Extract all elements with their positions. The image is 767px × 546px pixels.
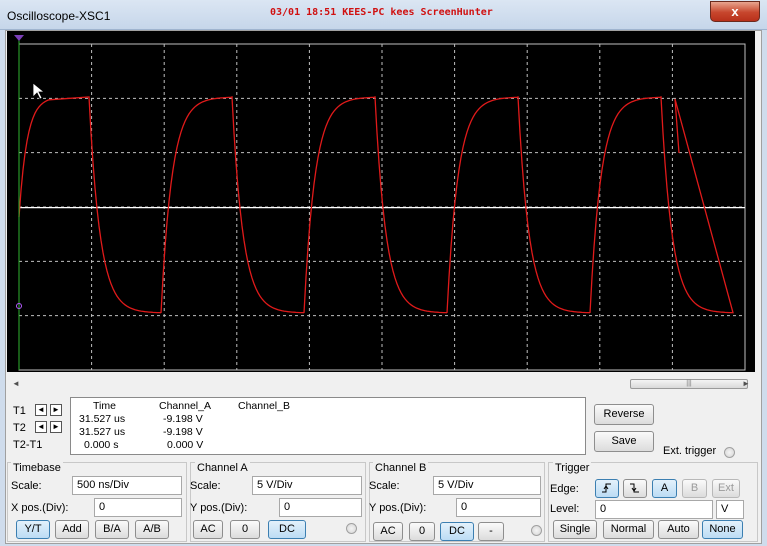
title-bar: Oscilloscope-XSC1 03/01 18:51 KEES-PC ke… xyxy=(0,0,767,30)
cursor-handle-icon[interactable] xyxy=(14,35,24,41)
edge-label: Edge: xyxy=(550,483,579,495)
trigger-source-a-button[interactable]: A xyxy=(652,479,677,498)
channel-a-zero-button[interactable]: 0 xyxy=(230,520,260,539)
window-title: Oscilloscope-XSC1 xyxy=(7,9,111,23)
channel-a-dc-button[interactable]: DC xyxy=(268,520,306,539)
t2-right-arrow-icon[interactable]: ► xyxy=(50,421,62,433)
time-header: Time xyxy=(93,400,116,412)
t1-left-arrow-icon[interactable]: ◄ xyxy=(35,404,47,416)
mode-yt-button[interactable]: Y/T xyxy=(16,520,50,539)
mode-add-button[interactable]: Add xyxy=(55,520,89,539)
trigger-normal-button[interactable]: Normal xyxy=(603,520,654,539)
falling-edge-icon xyxy=(630,483,639,493)
xpos-label: X pos.(Div): xyxy=(11,502,69,514)
scope-graph xyxy=(14,35,746,371)
horizontal-scrollbar[interactable]: ◄ ||| ► xyxy=(10,378,752,390)
level-unit[interactable]: V xyxy=(716,500,744,519)
channel-a-scale-field[interactable]: 5 V/Div xyxy=(252,476,362,495)
mode-ba-button[interactable]: B/A xyxy=(95,520,129,539)
channel-b-ac-button[interactable]: AC xyxy=(373,522,403,541)
close-button[interactable]: x xyxy=(710,1,760,22)
t1-label: T1 xyxy=(13,405,26,417)
trigger-single-button[interactable]: Single xyxy=(553,520,597,539)
t2-left-arrow-icon[interactable]: ◄ xyxy=(35,421,47,433)
trigger-source-ext-button[interactable]: Ext xyxy=(712,479,740,498)
channel-a-ypos-label: Y pos.(Div): xyxy=(190,502,248,514)
t1-time: 31.527 us xyxy=(79,413,126,425)
mode-ab-button[interactable]: A/B xyxy=(135,520,169,539)
mouse-pointer-icon xyxy=(32,82,46,100)
ext-trigger-label: Ext. trigger xyxy=(663,445,717,457)
scroll-right-icon[interactable]: ► xyxy=(740,378,752,390)
channel-a-scale-label: Scale: xyxy=(190,480,221,492)
t2-channel-a: -9.198 V xyxy=(163,426,203,438)
channel-b-invert-button[interactable]: - xyxy=(478,522,504,541)
trigger-none-button[interactable]: None xyxy=(702,520,743,539)
rising-edge-icon xyxy=(602,483,611,493)
channel-b-radio[interactable] xyxy=(531,525,542,536)
scroll-left-icon[interactable]: ◄ xyxy=(10,378,22,390)
channel-b-zero-button[interactable]: 0 xyxy=(409,522,435,541)
channel-a-trace xyxy=(18,96,734,314)
channel-b-title: Channel B xyxy=(373,462,429,474)
channel-b-scale-field[interactable]: 5 V/Div xyxy=(433,476,541,495)
timebase-scale-label: Scale: xyxy=(11,480,42,492)
scrollbar-thumb[interactable]: ||| xyxy=(630,379,748,389)
channel-a-ac-button[interactable]: AC xyxy=(193,520,223,539)
channel-b-ypos-field[interactable]: 0 xyxy=(456,498,541,517)
t2-label: T2 xyxy=(13,422,26,434)
timebase-scale-field[interactable]: 500 ns/Div xyxy=(72,476,182,495)
save-button[interactable]: Save xyxy=(594,431,654,452)
edge-rising-button[interactable] xyxy=(595,479,619,498)
level-field[interactable]: 0 xyxy=(595,500,713,519)
channel-a-ypos-field[interactable]: 0 xyxy=(279,498,362,517)
screenhunter-watermark: 03/01 18:51 KEES-PC kees ScreenHunter xyxy=(270,7,493,18)
trigger-auto-button[interactable]: Auto xyxy=(658,520,699,539)
channel-a-title: Channel A xyxy=(195,462,250,474)
edge-falling-button[interactable] xyxy=(623,479,647,498)
t2-t1-channel-a: 0.000 V xyxy=(167,439,204,451)
channel-a-radio[interactable] xyxy=(346,523,357,534)
measurement-readout: Time Channel_A Channel_B 31.527 us -9.19… xyxy=(70,397,586,455)
channel-b-dc-button[interactable]: DC xyxy=(440,522,474,541)
trigger-source-b-button[interactable]: B xyxy=(682,479,707,498)
t1-right-arrow-icon[interactable]: ► xyxy=(50,404,62,416)
reverse-button[interactable]: Reverse xyxy=(594,404,654,425)
xpos-field[interactable]: 0 xyxy=(94,498,182,517)
channel-b-scale-label: Scale: xyxy=(369,480,400,492)
level-label: Level: xyxy=(550,503,580,515)
channel-b-ypos-label: Y pos.(Div): xyxy=(369,502,427,514)
close-icon: x xyxy=(731,4,739,19)
t1-channel-a: -9.198 V xyxy=(163,413,203,425)
channel-b-header: Channel_B xyxy=(238,400,290,412)
trigger-title: Trigger xyxy=(553,462,592,474)
t2-t1-time: 0.000 s xyxy=(84,439,119,451)
ext-trigger-radio[interactable] xyxy=(724,447,735,458)
t2-time: 31.527 us xyxy=(79,426,126,438)
channel-a-header: Channel_A xyxy=(159,400,211,412)
timebase-title: Timebase xyxy=(11,462,63,474)
scope-display[interactable] xyxy=(7,31,755,372)
t2-t1-label: T2-T1 xyxy=(13,439,43,451)
